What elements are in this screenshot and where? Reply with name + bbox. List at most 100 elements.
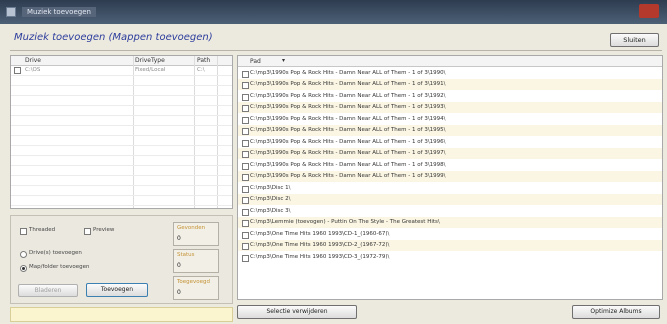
- list-item[interactable]: C:\mp3\One Time Hits 1960 1993\CD-3_(197…: [238, 252, 662, 263]
- table-row: [11, 96, 232, 106]
- list-item[interactable]: C:\mp3\1990s Pop & Rock Hits - Damn Near…: [238, 68, 662, 79]
- column-drive[interactable]: Drive: [25, 57, 41, 64]
- header-divider: [10, 50, 662, 51]
- found-label: Gevonden: [177, 225, 206, 231]
- drive-cell: C:\OS: [25, 67, 41, 73]
- list-item[interactable]: C:\mp3\1990s Pop & Rock Hits - Damn Near…: [238, 102, 662, 113]
- row-checkbox[interactable]: [14, 67, 21, 74]
- item-checkbox[interactable]: [242, 232, 249, 239]
- item-path: C:\mp3\1990s Pop & Rock Hits - Damn Near…: [250, 162, 446, 168]
- item-checkbox[interactable]: [242, 220, 249, 227]
- item-checkbox[interactable]: [242, 94, 249, 101]
- status-bar: [10, 307, 233, 322]
- item-path: C:\mp3\1990s Pop & Rock Hits - Damn Near…: [250, 93, 446, 99]
- item-path: C:\mp3\1990s Pop & Rock Hits - Damn Near…: [250, 139, 446, 145]
- list-item[interactable]: C:\mp3\One Time Hits 1960 1993\CD-1_(196…: [238, 229, 662, 240]
- item-path: C:\mp3\Lemmie (toevogen) - Puttin On The…: [250, 219, 440, 225]
- drivetype-cell: Fixed/Local: [135, 67, 166, 73]
- app-window: Muziek toevoegen Muziek toevoegen (Mappe…: [0, 0, 667, 324]
- path-list[interactable]: Pad ▾ C:\mp3\1990s Pop & Rock Hits - Dam…: [237, 55, 663, 300]
- browse-button[interactable]: Bladeren: [18, 284, 78, 297]
- item-path: C:\mp3\1990s Pop & Rock Hits - Damn Near…: [250, 70, 446, 76]
- page-title: Muziek toevoegen (Mappen toevoegen): [14, 32, 213, 43]
- item-path: C:\mp3\Disc 3\: [250, 208, 291, 214]
- preview-checkbox[interactable]: [84, 228, 91, 235]
- item-checkbox[interactable]: [242, 197, 249, 204]
- app-icon: [6, 7, 16, 17]
- add-button[interactable]: Toevoegen: [86, 283, 148, 297]
- item-path: C:\mp3\1990s Pop & Rock Hits - Damn Near…: [250, 116, 446, 122]
- status-box: Status 0: [173, 249, 219, 273]
- map-folder-radio[interactable]: [20, 265, 27, 272]
- list-item[interactable]: C:\mp3\Disc 3\: [238, 206, 662, 217]
- list-item[interactable]: C:\mp3\1990s Pop & Rock Hits - Damn Near…: [238, 125, 662, 136]
- item-checkbox[interactable]: [242, 255, 249, 262]
- drives-radio[interactable]: [20, 251, 27, 258]
- item-path: C:\mp3\One Time Hits 1960 1993\CD-3_(197…: [250, 254, 390, 260]
- table-row: [11, 196, 232, 206]
- optimize-albums-button[interactable]: Optimize Albums: [572, 305, 660, 319]
- path-column-header[interactable]: Pad: [250, 58, 261, 65]
- table-row[interactable]: C:\OS Fixed/Local C:\: [11, 66, 232, 76]
- found-value: 0: [177, 235, 181, 242]
- item-path: C:\mp3\1990s Pop & Rock Hits - Damn Near…: [250, 173, 446, 179]
- item-checkbox[interactable]: [242, 117, 249, 124]
- table-row: [11, 146, 232, 156]
- list-item[interactable]: C:\mp3\1990s Pop & Rock Hits - Damn Near…: [238, 114, 662, 125]
- item-checkbox[interactable]: [242, 243, 249, 250]
- list-item[interactable]: C:\mp3\Disc 2\: [238, 194, 662, 205]
- item-checkbox[interactable]: [242, 174, 249, 181]
- item-checkbox[interactable]: [242, 82, 249, 89]
- table-row: [11, 106, 232, 116]
- item-path: C:\mp3\One Time Hits 1960 1993\CD-1_(196…: [250, 231, 390, 237]
- item-checkbox[interactable]: [242, 105, 249, 112]
- item-path: C:\mp3\Disc 1\: [250, 185, 291, 191]
- item-checkbox[interactable]: [242, 140, 249, 147]
- window-close-button[interactable]: [639, 4, 659, 18]
- path-list-header: Pad ▾: [238, 56, 662, 67]
- item-checkbox[interactable]: [242, 163, 249, 170]
- threaded-checkbox[interactable]: [20, 228, 27, 235]
- column-path[interactable]: Path: [197, 57, 210, 64]
- item-path: C:\mp3\1990s Pop & Rock Hits - Damn Near…: [250, 104, 446, 110]
- item-path: C:\mp3\1990s Pop & Rock Hits - Damn Near…: [250, 127, 446, 133]
- path-cell: C:\: [197, 67, 205, 73]
- list-item[interactable]: C:\mp3\1990s Pop & Rock Hits - Damn Near…: [238, 91, 662, 102]
- status-label: Status: [177, 252, 195, 258]
- list-item[interactable]: C:\mp3\1990s Pop & Rock Hits - Damn Near…: [238, 171, 662, 182]
- item-checkbox[interactable]: [242, 71, 249, 78]
- added-label: Toegevoegd: [177, 279, 211, 285]
- item-checkbox[interactable]: [242, 186, 249, 193]
- table-row: [11, 116, 232, 126]
- list-item[interactable]: C:\mp3\Disc 1\: [238, 183, 662, 194]
- list-item[interactable]: C:\mp3\1990s Pop & Rock Hits - Damn Near…: [238, 148, 662, 159]
- drive-table[interactable]: Drive DriveType Path C:\OS Fixed/Local C…: [10, 55, 233, 209]
- list-item[interactable]: C:\mp3\1990s Pop & Rock Hits - Damn Near…: [238, 137, 662, 148]
- sort-arrow-icon[interactable]: ▾: [282, 57, 285, 64]
- table-row: [11, 166, 232, 176]
- item-checkbox[interactable]: [242, 151, 249, 158]
- item-checkbox[interactable]: [242, 209, 249, 216]
- remove-selection-button[interactable]: Selectie verwijderen: [237, 305, 357, 319]
- column-drivetype[interactable]: DriveType: [135, 57, 165, 64]
- drive-table-header: Drive DriveType Path: [11, 56, 232, 66]
- list-item[interactable]: C:\mp3\One Time Hits 1960 1993\CD-2_(196…: [238, 240, 662, 251]
- list-item[interactable]: C:\mp3\1990s Pop & Rock Hits - Damn Near…: [238, 160, 662, 171]
- list-item[interactable]: C:\mp3\1990s Pop & Rock Hits - Damn Near…: [238, 79, 662, 90]
- table-row: [11, 86, 232, 96]
- options-panel: Threaded Preview Drive(s) toevoegen Map/…: [10, 215, 233, 304]
- table-row: [11, 176, 232, 186]
- table-row: [11, 186, 232, 196]
- table-row: [11, 156, 232, 166]
- title-bar: Muziek toevoegen: [0, 0, 667, 24]
- added-value: 0: [177, 289, 181, 296]
- table-row: [11, 136, 232, 146]
- item-checkbox[interactable]: [242, 128, 249, 135]
- table-row: [11, 126, 232, 136]
- found-box: Gevonden 0: [173, 222, 219, 246]
- item-path: C:\mp3\1990s Pop & Rock Hits - Damn Near…: [250, 81, 446, 87]
- close-dialog-button[interactable]: Sluiten: [610, 33, 659, 47]
- list-item[interactable]: C:\mp3\Lemmie (toevogen) - Puttin On The…: [238, 217, 662, 228]
- status-value: 0: [177, 262, 181, 269]
- item-path: C:\mp3\1990s Pop & Rock Hits - Damn Near…: [250, 150, 446, 156]
